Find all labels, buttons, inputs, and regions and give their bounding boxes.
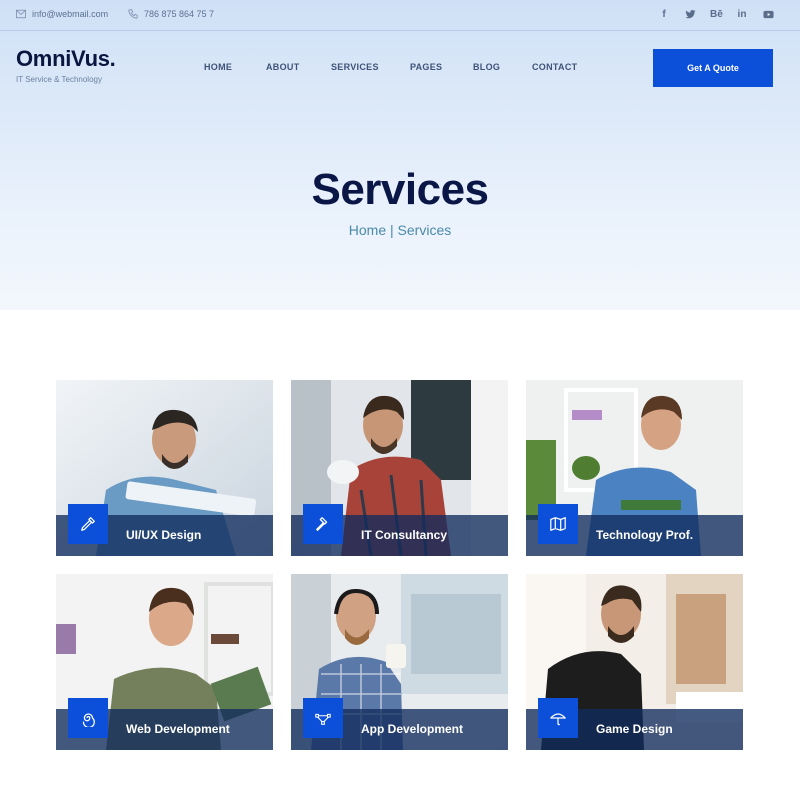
nav-pages[interactable]: PAGES [410, 62, 442, 72]
phone-text: 786 875 864 75 7 [144, 9, 215, 19]
map-icon [550, 517, 566, 531]
icon-box [303, 504, 343, 544]
hammer-icon [316, 517, 328, 531]
nav-services[interactable]: SERVICES [331, 62, 379, 72]
email-text: info@webmail.com [32, 9, 109, 19]
email-contact[interactable]: info@webmail.com [16, 9, 108, 19]
icon-box [68, 504, 108, 544]
service-card-technology-prof[interactable]: Technology Prof. [526, 380, 743, 556]
icon-box [538, 504, 578, 544]
breadcrumb-current: Services [397, 222, 452, 238]
linkedin-icon[interactable]: in [736, 8, 748, 22]
card-title: Web Development [126, 722, 230, 736]
youtube-icon[interactable] [762, 8, 774, 22]
vector-path-icon [315, 713, 331, 725]
social-links: f Bē in [658, 8, 774, 22]
facebook-icon[interactable]: f [658, 8, 670, 22]
phone-icon [128, 9, 138, 19]
nav-blog[interactable]: BLOG [473, 62, 500, 72]
get-a-quote-button[interactable]: Get A Quote [653, 49, 773, 87]
nav-about[interactable]: ABOUT [266, 62, 300, 72]
top-bar: info@webmail.com 786 875 864 75 7 f Bē i… [0, 0, 800, 31]
service-card-ui-ux-design[interactable]: UI/UX Design [56, 380, 273, 556]
tagline: IT Service & Technology [16, 75, 102, 84]
icon-box [303, 698, 343, 738]
card-title: UI/UX Design [126, 528, 202, 542]
hero-section [0, 0, 800, 310]
service-card-game-design[interactable]: Game Design [526, 574, 743, 750]
card-title: App Development [361, 722, 464, 736]
spiral-icon [82, 713, 95, 727]
service-card-web-development[interactable]: Web Development [56, 574, 273, 750]
breadcrumb-home[interactable]: Home [349, 222, 386, 238]
mail-icon [16, 9, 26, 19]
eyedropper-icon [81, 517, 95, 531]
breadcrumb-separator: | [390, 222, 394, 238]
icon-box [538, 698, 578, 738]
behance-icon[interactable]: Bē [710, 8, 723, 22]
service-card-it-consultancy[interactable]: IT Consultancy [291, 380, 508, 556]
phone-contact[interactable]: 786 875 864 75 7 [128, 9, 214, 19]
service-card-app-development[interactable]: App Development [291, 574, 508, 750]
logo[interactable]: OmniVus. [16, 46, 116, 72]
nav-home[interactable]: HOME [204, 62, 232, 72]
umbrella-icon [550, 713, 566, 726]
breadcrumb: Home | Services [0, 222, 800, 238]
card-title: Technology Prof. [596, 528, 694, 542]
card-title: Game Design [596, 722, 673, 736]
icon-box [68, 698, 108, 738]
card-title: IT Consultancy [361, 528, 448, 542]
nav-contact[interactable]: CONTACT [532, 62, 577, 72]
twitter-icon[interactable] [684, 8, 696, 22]
page-title: Services [311, 165, 489, 214]
